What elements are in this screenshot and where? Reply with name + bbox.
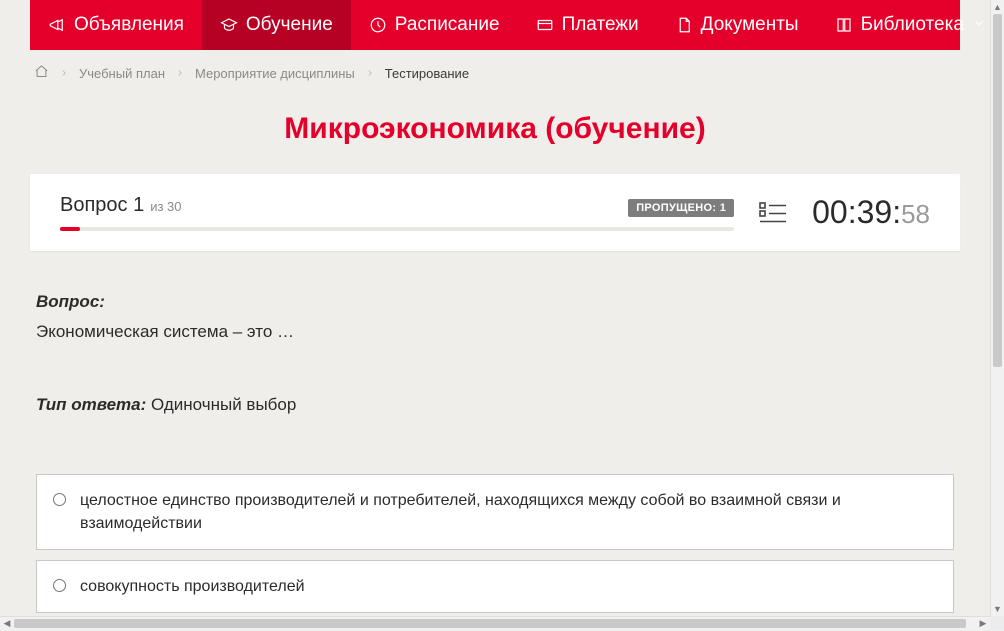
nav-label: Документы	[701, 14, 799, 36]
timer: 00:39:58	[812, 194, 930, 231]
megaphone-icon	[48, 16, 66, 34]
question-text: Экономическая система – это …	[36, 319, 954, 345]
chevron-right-icon	[365, 66, 375, 81]
chevron-right-icon	[175, 66, 185, 81]
timer-seconds: 58	[901, 199, 930, 230]
answer-radio[interactable]	[53, 493, 66, 506]
skipped-badge: ПРОПУЩЕНО: 1	[628, 199, 734, 217]
question-total: из 30	[150, 199, 181, 214]
scroll-right-arrow[interactable]: ▶	[976, 617, 990, 631]
answer-text: целостное единство производителей и потр…	[80, 489, 937, 535]
vertical-scrollbar[interactable]: ▲ ▼	[990, 0, 1004, 616]
graduation-icon	[220, 16, 238, 34]
scroll-down-arrow[interactable]: ▼	[991, 602, 1004, 616]
clock-icon	[369, 16, 387, 34]
nav-label: Обучение	[246, 14, 333, 36]
scroll-track[interactable]	[991, 14, 1004, 602]
scroll-left-arrow[interactable]: ◀	[0, 617, 14, 631]
nav-label: Платежи	[562, 14, 639, 36]
nav-documents[interactable]: Документы	[657, 0, 817, 50]
answer-option[interactable]: целостное единство производителей и потр…	[36, 474, 954, 550]
page-title: Микроэкономика (обучение)	[30, 112, 960, 146]
answer-radio[interactable]	[53, 579, 66, 592]
question-header-card: Вопрос 1 из 30 ПРОПУЩЕНО: 1	[30, 174, 960, 251]
scrollbar-corner	[990, 616, 1004, 630]
scroll-thumb[interactable]	[993, 14, 1002, 367]
breadcrumb-current: Тестирование	[385, 66, 469, 81]
question-number: Вопрос 1	[60, 194, 144, 217]
answer-type-label: Тип ответа:	[36, 395, 146, 414]
answer-text: совокупность производителей	[80, 575, 305, 598]
nav-announcements[interactable]: Объявления	[30, 0, 202, 50]
scroll-up-arrow[interactable]: ▲	[991, 0, 1004, 14]
answer-option[interactable]: совокупность производителей	[36, 560, 954, 613]
nav-label: Расписание	[395, 14, 500, 36]
scroll-track[interactable]	[14, 617, 976, 630]
document-icon	[675, 16, 693, 34]
nav-schedule[interactable]: Расписание	[351, 0, 518, 50]
scroll-thumb[interactable]	[14, 619, 966, 628]
breadcrumb-item[interactable]: Мероприятие дисциплины	[195, 66, 355, 81]
chevron-down-icon	[972, 14, 986, 36]
answers-list: целостное единство производителей и потр…	[30, 474, 960, 617]
question-list-toggle[interactable]	[758, 198, 788, 228]
timer-main: 00:39:	[812, 194, 901, 231]
top-nav: Объявления Обучение Расписание Платежи	[30, 0, 960, 50]
question-body: Вопрос: Экономическая система – это … Ти…	[30, 251, 960, 418]
horizontal-scrollbar[interactable]: ◀ ▶	[0, 616, 990, 630]
home-icon[interactable]	[34, 64, 49, 82]
nav-label: Библиотека	[861, 14, 964, 36]
nav-learning[interactable]: Обучение	[202, 0, 351, 50]
breadcrumb: Учебный план Мероприятие дисциплины Тест…	[30, 50, 960, 82]
progress-bar	[60, 227, 734, 231]
answer-type-value: Одиночный выбор	[151, 395, 296, 414]
book-icon	[835, 16, 853, 34]
card-icon	[536, 16, 554, 34]
nav-library[interactable]: Библиотека	[817, 0, 990, 50]
progress-fill	[60, 227, 80, 231]
nav-label: Объявления	[74, 14, 184, 36]
question-label: Вопрос:	[36, 292, 105, 311]
nav-payments[interactable]: Платежи	[518, 0, 657, 50]
chevron-right-icon	[59, 66, 69, 81]
breadcrumb-item[interactable]: Учебный план	[79, 66, 165, 81]
